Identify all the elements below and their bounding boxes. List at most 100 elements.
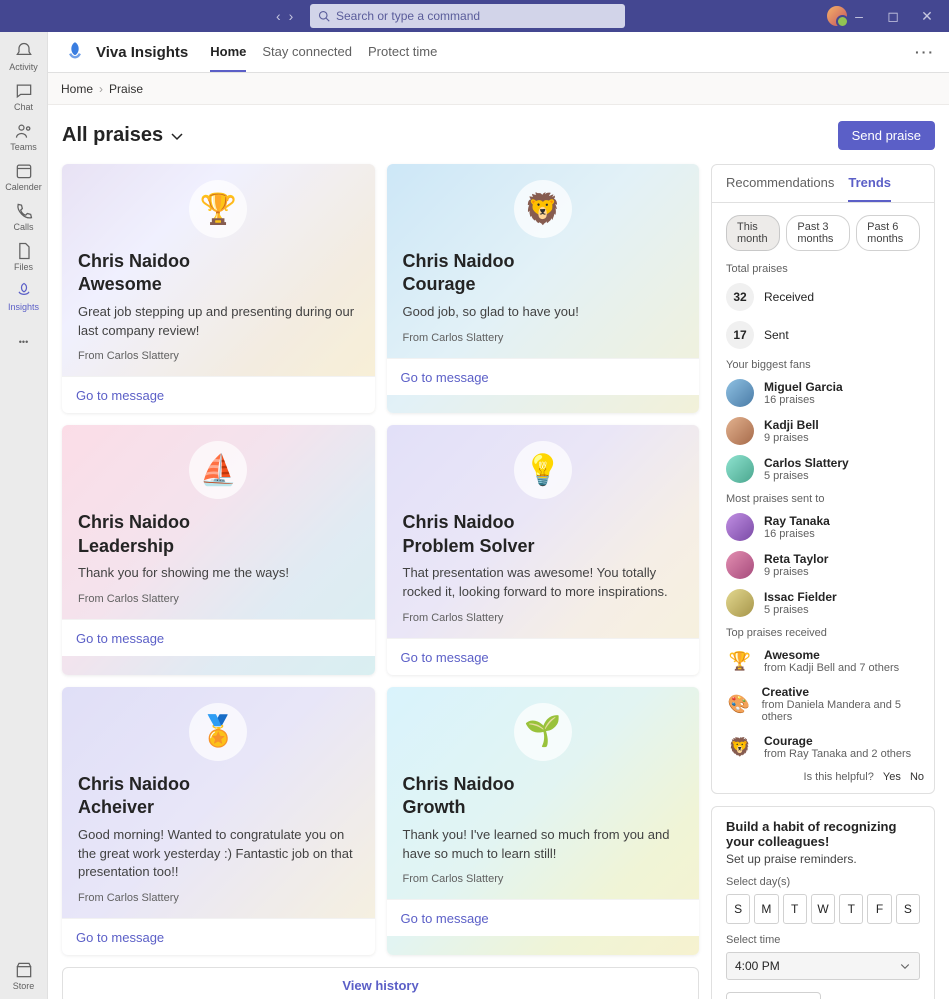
person-row[interactable]: Reta Taylor9 praises <box>726 551 920 579</box>
praise-type-from: from Daniela Mandera and 5 others <box>762 699 920 723</box>
nav-forward-icon[interactable]: › <box>289 8 294 24</box>
maximize-button[interactable]: ◻ <box>883 8 903 25</box>
breadcrumb-current: Praise <box>109 82 143 96</box>
praise-type-name: Creative <box>762 685 920 699</box>
close-button[interactable]: ✕ <box>917 8 937 25</box>
praise-message: Thank you! I've learned so much from you… <box>403 826 684 864</box>
period-chip[interactable]: This month <box>726 215 780 251</box>
day-cell[interactable]: F <box>867 894 891 924</box>
chevron-down-icon <box>169 128 185 144</box>
search-placeholder: Search or type a command <box>336 9 480 23</box>
go-to-message-link[interactable]: Go to message <box>76 631 164 646</box>
sent-label: Sent <box>764 328 789 342</box>
period-chip[interactable]: Past 3 months <box>786 215 850 251</box>
tab-protect-time[interactable]: Protect time <box>368 33 437 72</box>
rail-store[interactable]: Store <box>0 955 48 995</box>
praise-badge-icon: 🦁 <box>514 180 572 238</box>
praise-badge-icon: 🏅 <box>189 703 247 761</box>
day-cell[interactable]: T <box>783 894 807 924</box>
praise-message: Good job, so glad to have you! <box>403 303 684 322</box>
rail-insights[interactable]: Insights <box>0 276 48 316</box>
praise-title: Chris NaidooCourage <box>403 250 684 297</box>
nav-back-icon[interactable]: ‹ <box>276 8 281 24</box>
set-reminder-button[interactable]: Set reminder <box>726 992 821 999</box>
praise-card: 💡Chris NaidooProblem SolverThat presenta… <box>387 425 700 674</box>
rail-files[interactable]: Files <box>0 236 48 276</box>
rail-calls[interactable]: Calls <box>0 196 48 236</box>
person-count: 16 praises <box>764 528 830 540</box>
praise-title: Chris NaidooGrowth <box>403 773 684 820</box>
app-more-button[interactable]: ··· <box>915 44 935 60</box>
view-history-button[interactable]: View history <box>62 967 699 999</box>
rail-calendar[interactable]: Calender <box>0 156 48 196</box>
rail-teams[interactable]: Teams <box>0 116 48 156</box>
go-to-message-link[interactable]: Go to message <box>401 370 489 385</box>
search-input[interactable]: Search or type a command <box>310 4 625 28</box>
day-cell[interactable]: S <box>726 894 750 924</box>
person-name: Reta Taylor <box>764 552 828 566</box>
praise-title: Chris NaidooAcheiver <box>78 773 359 820</box>
praise-message: Good morning! Wanted to congratulate you… <box>78 826 359 883</box>
most-sent-label: Most praises sent to <box>726 493 920 505</box>
reminder-title: Build a habit of recognizing your collea… <box>726 819 920 849</box>
period-chip[interactable]: Past 6 months <box>856 215 920 251</box>
title-bar: ‹ › Search or type a command ‒ ◻ ✕ <box>0 0 949 32</box>
praise-cards-grid: 🏆Chris NaidooAwesomeGreat job stepping u… <box>62 164 699 999</box>
tab-trends[interactable]: Trends <box>848 165 891 202</box>
day-cell[interactable]: S <box>896 894 920 924</box>
reminder-panel: Build a habit of recognizing your collea… <box>711 806 935 999</box>
viva-insights-logo-icon <box>62 39 88 65</box>
select-time-label: Select time <box>726 934 920 946</box>
helpful-no[interactable]: No <box>910 771 924 783</box>
praise-title: Chris NaidooProblem Solver <box>403 511 684 558</box>
day-cell[interactable]: M <box>754 894 778 924</box>
send-praise-button[interactable]: Send praise <box>838 121 935 150</box>
helpful-prompt: Is this helpful? Yes No <box>722 771 924 783</box>
day-cell[interactable]: W <box>811 894 835 924</box>
rail-chat[interactable]: Chat <box>0 76 48 116</box>
person-avatar <box>726 417 754 445</box>
praise-from: From Carlos Slattery <box>403 332 684 344</box>
praise-type-icon: 🏆 <box>726 647 754 675</box>
person-row[interactable]: Ray Tanaka16 praises <box>726 513 920 541</box>
person-count: 5 praises <box>764 470 849 482</box>
rail-activity[interactable]: Activity <box>0 36 48 76</box>
minimize-button[interactable]: ‒ <box>849 8 869 25</box>
page-title[interactable]: All praises <box>62 124 185 147</box>
go-to-message-link[interactable]: Go to message <box>76 930 164 945</box>
person-name: Kadji Bell <box>764 418 819 432</box>
left-nav-rail: Activity Chat Teams Calender Calls Files… <box>0 32 48 999</box>
content-area: All praises Send praise 🏆Chris NaidooAwe… <box>48 105 949 999</box>
person-row[interactable]: Issac Fielder5 praises <box>726 589 920 617</box>
praise-badge-icon: ⛵ <box>189 441 247 499</box>
go-to-message-link[interactable]: Go to message <box>401 911 489 926</box>
go-to-message-link[interactable]: Go to message <box>76 388 164 403</box>
person-row[interactable]: Miguel Garcia16 praises <box>726 379 920 407</box>
person-row[interactable]: Carlos Slattery5 praises <box>726 455 920 483</box>
praise-badge-icon: 🌱 <box>514 703 572 761</box>
sent-count: 17 <box>726 321 754 349</box>
praise-badge-icon: 💡 <box>514 441 572 499</box>
praise-card: 🌱 Chris NaidooGrowth Thank you! I've learn… <box>387 687 700 955</box>
praise-from: From Carlos Slattery <box>403 612 684 624</box>
chevron-right-icon: › <box>99 82 103 96</box>
helpful-yes[interactable]: Yes <box>883 771 901 783</box>
time-select[interactable]: 4:00 PM <box>726 952 920 980</box>
rail-more[interactable]: ••• <box>0 322 48 362</box>
praise-type-from: from Kadji Bell and 7 others <box>764 662 899 674</box>
praise-card: 🦁 Chris NaidooCourage Good job, so glad to… <box>387 164 700 413</box>
tab-recommendations[interactable]: Recommendations <box>726 165 834 202</box>
top-praise-row: 🎨Creativefrom Daniela Mandera and 5 othe… <box>726 685 920 723</box>
day-cell[interactable]: T <box>839 894 863 924</box>
person-count: 5 praises <box>764 604 837 616</box>
person-avatar <box>726 455 754 483</box>
person-row[interactable]: Kadji Bell9 praises <box>726 417 920 445</box>
tab-home[interactable]: Home <box>210 33 246 72</box>
go-to-message-link[interactable]: Go to message <box>401 650 489 665</box>
praise-card: 🏅 Chris NaidooAcheiver Good morning! Wante… <box>62 687 375 955</box>
person-name: Carlos Slattery <box>764 456 849 470</box>
total-praises-label: Total praises <box>726 263 920 275</box>
breadcrumb-home[interactable]: Home <box>61 82 93 96</box>
app-header: Viva Insights Home Stay connected Protec… <box>48 32 949 73</box>
tab-stay-connected[interactable]: Stay connected <box>262 33 352 72</box>
